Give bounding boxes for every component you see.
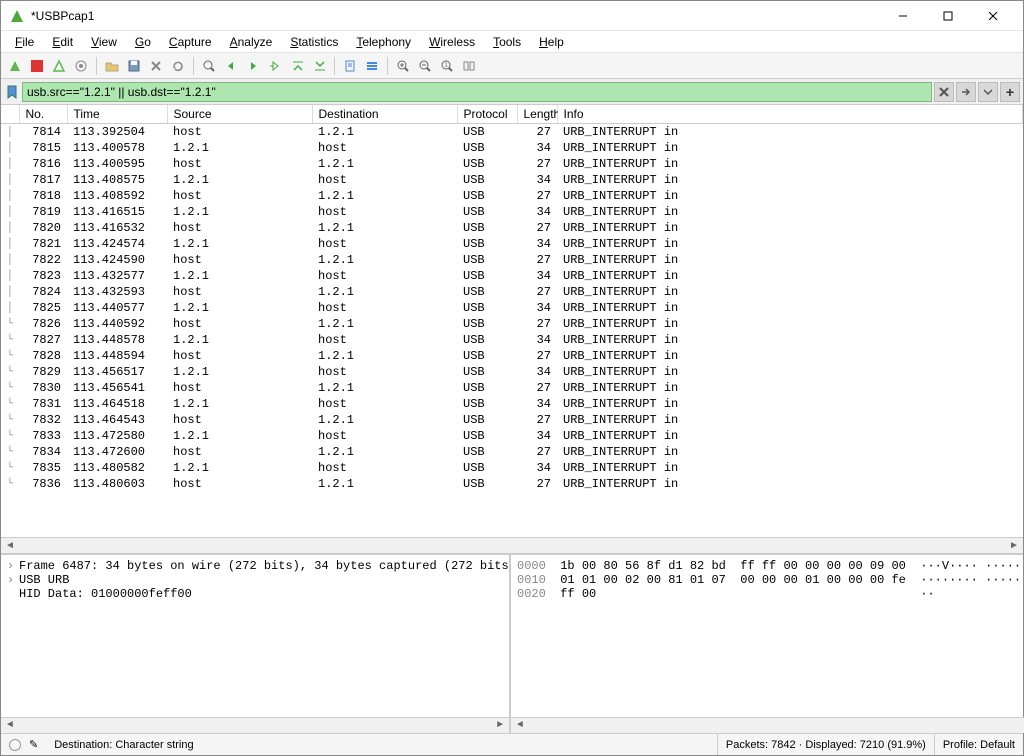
packet-row[interactable]: │7816113.400595host1.2.1USB27URB_INTERRU… [1, 156, 1023, 172]
zoom-out-icon[interactable] [415, 56, 435, 76]
column-header-protocol[interactable]: Protocol [457, 105, 517, 124]
filter-bar: + [1, 79, 1023, 105]
packet-row[interactable]: │7821113.4245741.2.1hostUSB34URB_INTERRU… [1, 236, 1023, 252]
details-frame-line[interactable]: Frame 6487: 34 bytes on wire (272 bits),… [19, 559, 509, 573]
go-back-icon[interactable] [221, 56, 241, 76]
display-filter-input[interactable] [22, 82, 932, 102]
packet-row[interactable]: │7822113.424590host1.2.1USB27URB_INTERRU… [1, 252, 1023, 268]
packet-row[interactable]: └7836113.480603host1.2.1USB27URB_INTERRU… [1, 476, 1023, 492]
auto-scroll-icon[interactable] [340, 56, 360, 76]
status-field-info: Destination: Character string [46, 734, 718, 755]
apply-filter-icon[interactable] [956, 82, 976, 102]
menu-tools[interactable]: Tools [485, 33, 529, 51]
save-file-icon[interactable] [124, 56, 144, 76]
clear-filter-icon[interactable] [934, 82, 954, 102]
column-header-no[interactable]: No. [19, 105, 67, 124]
packet-row[interactable]: └7831113.4645181.2.1hostUSB34URB_INTERRU… [1, 396, 1023, 412]
statusbar: ✎ Destination: Character string Packets:… [1, 733, 1023, 755]
minimize-button[interactable] [880, 2, 925, 30]
hex-line[interactable]: 0010 01 01 00 02 00 81 01 07 00 00 00 01… [517, 573, 1024, 587]
menubar: FileEditViewGoCaptureAnalyzeStatisticsTe… [1, 31, 1023, 53]
menu-capture[interactable]: Capture [161, 33, 220, 51]
close-button[interactable] [970, 2, 1015, 30]
start-capture-icon[interactable] [5, 56, 25, 76]
menu-telephony[interactable]: Telephony [348, 33, 419, 51]
menu-view[interactable]: View [83, 33, 125, 51]
toolbar: 1 [1, 53, 1023, 79]
packet-row[interactable]: │7819113.4165151.2.1hostUSB34URB_INTERRU… [1, 204, 1023, 220]
column-header-destination[interactable]: Destination [312, 105, 457, 124]
resize-columns-icon[interactable] [459, 56, 479, 76]
menu-go[interactable]: Go [127, 33, 159, 51]
menu-edit[interactable]: Edit [44, 33, 81, 51]
details-hscroll[interactable]: ◄► [1, 717, 509, 733]
menu-help[interactable]: Help [531, 33, 572, 51]
window-title: *USBPcap1 [31, 9, 880, 23]
menu-wireless[interactable]: Wireless [421, 33, 483, 51]
menu-file[interactable]: File [7, 33, 42, 51]
packet-row[interactable]: │7818113.408592host1.2.1USB27URB_INTERRU… [1, 188, 1023, 204]
packet-bytes-pane[interactable]: 0000 1b 00 80 56 8f d1 82 bd ff ff 00 00… [511, 555, 1024, 733]
packet-row[interactable]: │7815113.4005781.2.1hostUSB34URB_INTERRU… [1, 140, 1023, 156]
packet-details-pane[interactable]: ›Frame 6487: 34 bytes on wire (272 bits)… [1, 555, 511, 733]
packet-row[interactable]: └7834113.472600host1.2.1USB27URB_INTERRU… [1, 444, 1023, 460]
column-header-time[interactable]: Time [67, 105, 167, 124]
packet-row[interactable]: └7830113.456541host1.2.1USB27URB_INTERRU… [1, 380, 1023, 396]
packet-row[interactable]: │7824113.432593host1.2.1USB27URB_INTERRU… [1, 284, 1023, 300]
maximize-button[interactable] [925, 2, 970, 30]
packet-row[interactable]: └7835113.4805821.2.1hostUSB34URB_INTERRU… [1, 460, 1023, 476]
bookmark-icon[interactable] [4, 82, 20, 102]
go-forward-icon[interactable] [243, 56, 263, 76]
zoom-reset-icon[interactable]: 1 [437, 56, 457, 76]
packet-list-hscroll[interactable]: ◄► [1, 537, 1023, 553]
find-packet-icon[interactable] [199, 56, 219, 76]
details-hid-line[interactable]: HID Data: 01000000feff00 [19, 587, 192, 601]
colorize-icon[interactable] [362, 56, 382, 76]
hex-hscroll[interactable]: ◄► [511, 717, 1024, 733]
details-usb-line[interactable]: USB URB [19, 573, 69, 587]
column-header-info[interactable]: Info [557, 105, 1023, 124]
expert-info-icon[interactable] [9, 739, 21, 751]
close-file-icon[interactable] [146, 56, 166, 76]
packet-row[interactable]: │7820113.416532host1.2.1USB27URB_INTERRU… [1, 220, 1023, 236]
column-header-source[interactable]: Source [167, 105, 312, 124]
restart-capture-icon[interactable] [49, 56, 69, 76]
filter-history-icon[interactable] [978, 82, 998, 102]
zoom-in-icon[interactable] [393, 56, 413, 76]
status-profile[interactable]: Profile: Default [935, 734, 1023, 755]
packet-row[interactable]: │7825113.4405771.2.1hostUSB34URB_INTERRU… [1, 300, 1023, 316]
packet-row[interactable]: └7832113.464543host1.2.1USB27URB_INTERRU… [1, 412, 1023, 428]
edit-icon[interactable]: ✎ [29, 738, 38, 751]
packet-row[interactable]: └7829113.4565171.2.1hostUSB34URB_INTERRU… [1, 364, 1023, 380]
packet-row[interactable]: └7833113.4725801.2.1hostUSB34URB_INTERRU… [1, 428, 1023, 444]
open-file-icon[interactable] [102, 56, 122, 76]
go-last-icon[interactable] [309, 56, 329, 76]
packet-row[interactable]: │7817113.4085751.2.1hostUSB34URB_INTERRU… [1, 172, 1023, 188]
packet-row[interactable]: └7826113.440592host1.2.1USB27URB_INTERRU… [1, 316, 1023, 332]
capture-options-icon[interactable] [71, 56, 91, 76]
go-first-icon[interactable] [287, 56, 307, 76]
stop-capture-icon[interactable] [27, 56, 47, 76]
hex-line[interactable]: 0000 1b 00 80 56 8f d1 82 bd ff ff 00 00… [517, 559, 1024, 573]
packet-list[interactable]: No. Time Source Destination Protocol Len… [1, 105, 1023, 537]
titlebar: *USBPcap1 [1, 1, 1023, 31]
status-packets: Packets: 7842 · Displayed: 7210 (91.9%) [718, 734, 935, 755]
packet-row[interactable]: │7823113.4325771.2.1hostUSB34URB_INTERRU… [1, 268, 1023, 284]
column-header-length[interactable]: Length [517, 105, 557, 124]
hex-line[interactable]: 0020 ff 00 ·· [517, 587, 1024, 601]
add-filter-button[interactable]: + [1000, 82, 1020, 102]
packet-row[interactable]: └7827113.4485781.2.1hostUSB34URB_INTERRU… [1, 332, 1023, 348]
packet-row[interactable]: └7828113.448594host1.2.1USB27URB_INTERRU… [1, 348, 1023, 364]
go-to-packet-icon[interactable] [265, 56, 285, 76]
menu-statistics[interactable]: Statistics [282, 33, 346, 51]
menu-analyze[interactable]: Analyze [222, 33, 281, 51]
reload-icon[interactable] [168, 56, 188, 76]
app-icon [9, 8, 25, 24]
packet-row[interactable]: │7814113.392504host1.2.1USB27URB_INTERRU… [1, 124, 1023, 141]
